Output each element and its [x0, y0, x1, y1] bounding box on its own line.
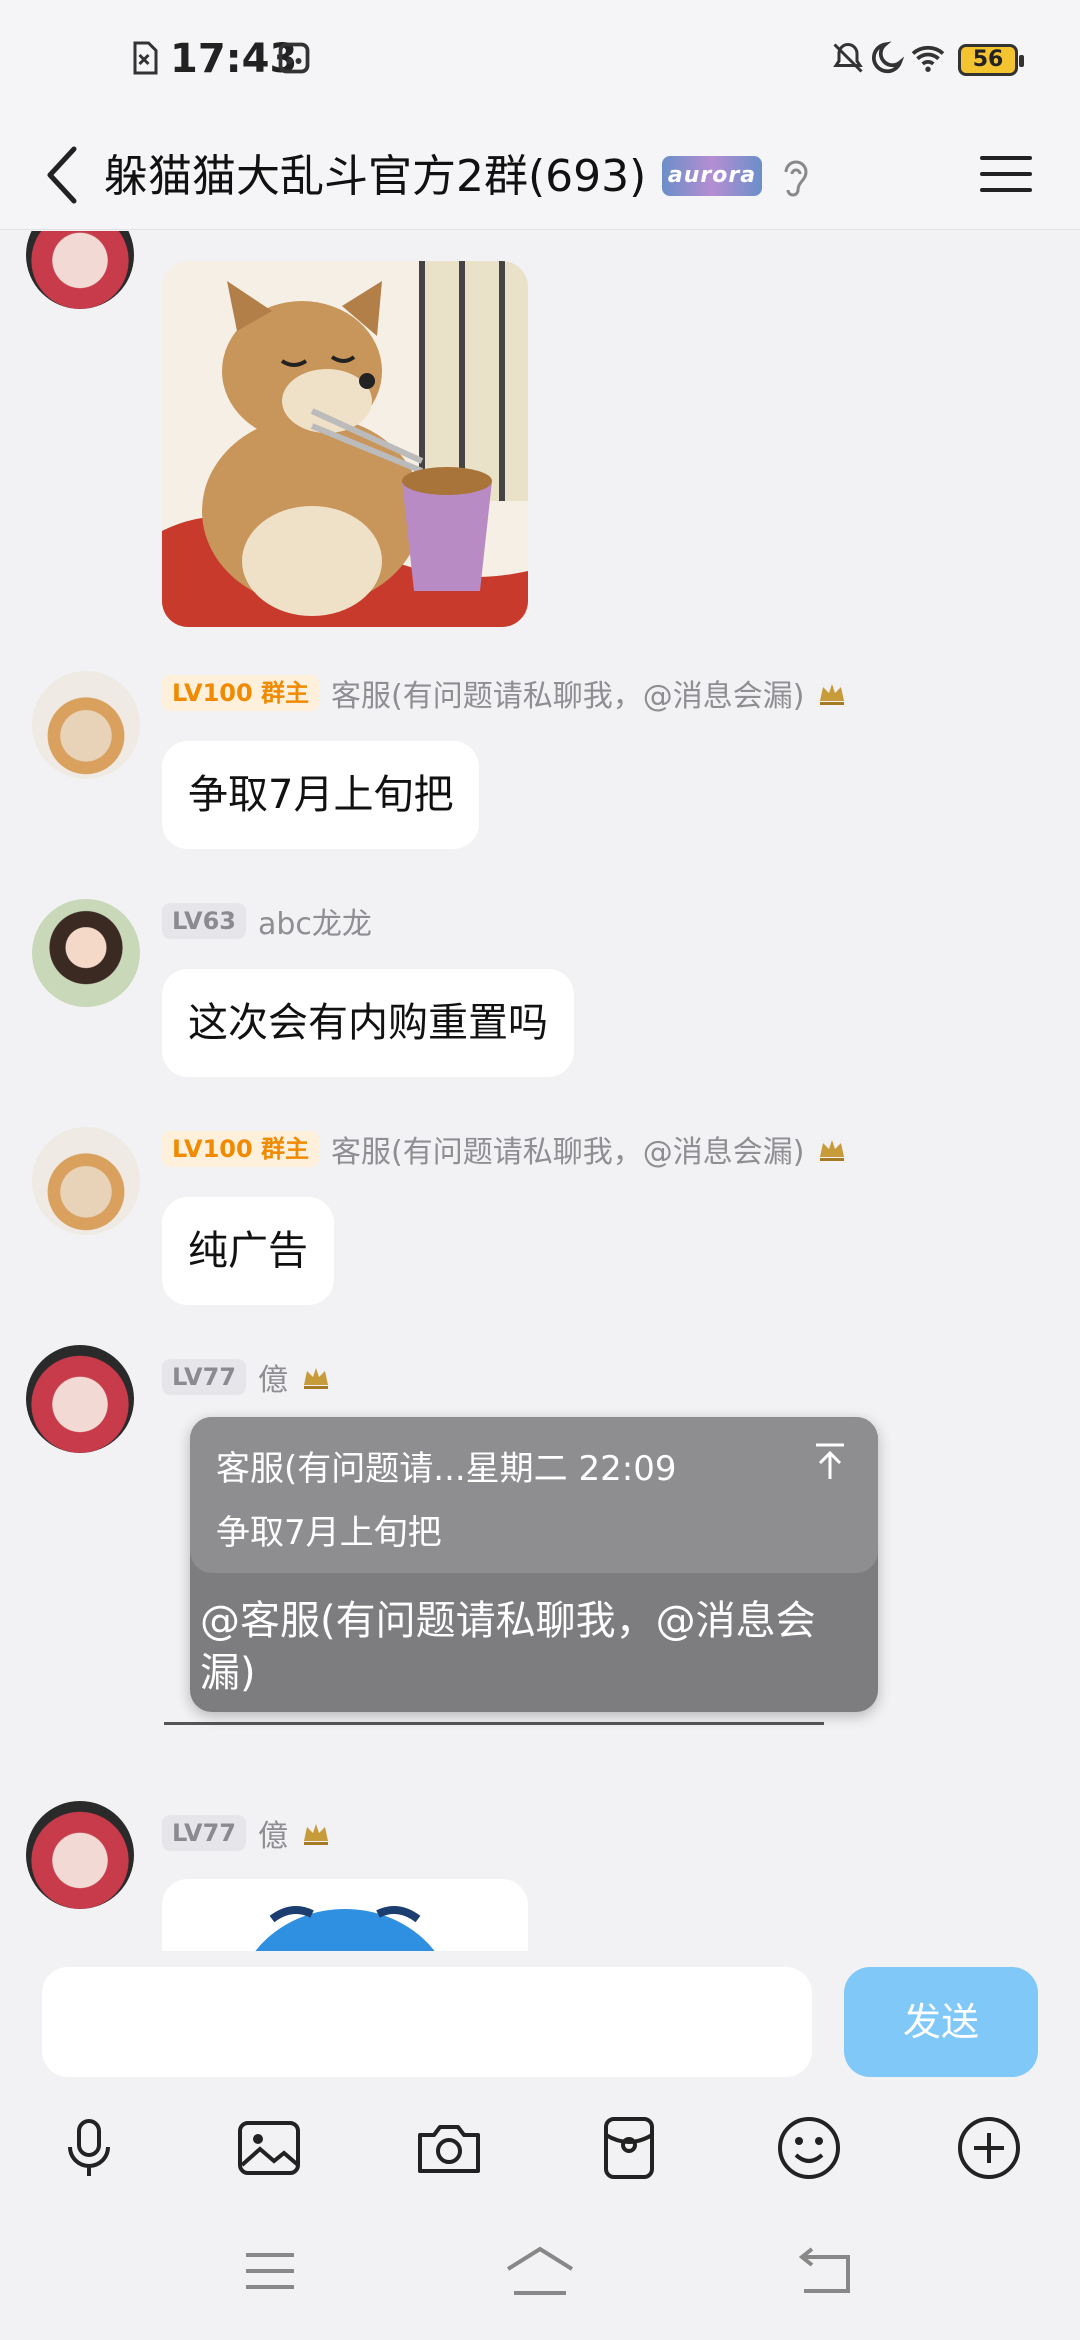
- shiba-dog-sticker-icon: [162, 261, 528, 627]
- sender-name[interactable]: 客服(有问题请私聊我，@消息会漏): [331, 671, 804, 715]
- decorative-border: [164, 1722, 824, 1725]
- crown-icon: [303, 1368, 328, 1389]
- camera-icon[interactable]: [412, 2111, 486, 2185]
- back-nav-icon[interactable]: [784, 2241, 864, 2301]
- level-badge: LV77: [162, 1815, 246, 1851]
- home-icon[interactable]: [500, 2241, 580, 2301]
- jump-to-quote-icon[interactable]: [808, 1439, 852, 1483]
- quote-text: 争取7月上旬把: [216, 1513, 442, 1553]
- message-bubble[interactable]: 这次会有内购重置吗: [162, 969, 574, 1077]
- crown-icon: [820, 684, 845, 705]
- status-bar: 17:43 56: [0, 0, 1080, 120]
- battery-icon: 56: [958, 44, 1024, 76]
- chat-area[interactable]: LV100 群主 客服(有问题请私聊我，@消息会漏) 争取7月上旬把 LV63 …: [0, 231, 1080, 1951]
- wifi-icon: [911, 45, 945, 72]
- sender-name[interactable]: 億: [258, 1355, 288, 1399]
- level-badge: LV63: [162, 903, 246, 939]
- plus-icon[interactable]: [952, 2111, 1026, 2185]
- sim-off-icon: [133, 41, 158, 75]
- crown-icon: [303, 1824, 328, 1845]
- send-button[interactable]: 发送: [844, 1967, 1038, 2077]
- quote-meta: 客服(有问题请...星期二 22:09: [216, 1449, 677, 1489]
- page-title[interactable]: 躲猫猫大乱斗官方2群(693): [104, 140, 646, 204]
- screen-icon: [278, 42, 310, 74]
- message-meta: LV100 群主 客服(有问题请私聊我，@消息会漏): [162, 1127, 848, 1171]
- menu-button[interactable]: [974, 142, 1038, 206]
- emoji-icon[interactable]: [772, 2111, 846, 2185]
- message-text: @客服(有问题请私聊我，@消息会漏): [200, 1598, 816, 1696]
- sticker-image[interactable]: [162, 1879, 528, 1951]
- sender-name[interactable]: 客服(有问题请私聊我，@消息会漏): [331, 1127, 804, 1171]
- level-badge: LV100 群主: [162, 675, 320, 711]
- image-icon[interactable]: [232, 2111, 306, 2185]
- sticker-image[interactable]: [162, 261, 528, 627]
- reply-message[interactable]: 客服(有问题请...星期二 22:09 争取7月上旬把 @客服(有问题请私聊我，…: [154, 1407, 914, 1732]
- level-badge: LV77: [162, 1359, 246, 1395]
- message-meta: LV63 abc龙龙: [162, 899, 372, 943]
- message-bubble[interactable]: 争取7月上旬把: [162, 741, 480, 849]
- system-nav-bar: [0, 2201, 1080, 2340]
- level-badge: LV100 群主: [162, 1131, 320, 1167]
- avatar[interactable]: [32, 1127, 140, 1235]
- message-meta: LV77 億: [162, 1811, 332, 1855]
- message-meta: LV77 億: [162, 1355, 332, 1399]
- avatar[interactable]: [32, 899, 140, 1007]
- back-button[interactable]: [30, 135, 110, 215]
- avatar[interactable]: [32, 671, 140, 779]
- moon-icon: [872, 41, 905, 74]
- quoted-message[interactable]: 客服(有问题请...星期二 22:09 争取7月上旬把: [190, 1417, 878, 1573]
- title-bar: 躲猫猫大乱斗官方2群(693) aurora: [0, 120, 1080, 230]
- microphone-icon[interactable]: [52, 2111, 126, 2185]
- input-bar: 发送: [0, 1951, 1080, 2091]
- sender-name[interactable]: 億: [258, 1811, 288, 1855]
- red-packet-icon[interactable]: [592, 2111, 666, 2185]
- avatar[interactable]: [26, 1801, 134, 1909]
- blue-emoji-sticker-icon: [255, 1906, 435, 1951]
- sender-name[interactable]: abc龙龙: [258, 899, 372, 943]
- aurora-badge: aurora: [662, 156, 762, 196]
- mute-icon: [833, 42, 863, 73]
- input-toolbar: [0, 2091, 1080, 2201]
- message-meta: LV100 群主 客服(有问题请私聊我，@消息会漏): [162, 671, 848, 715]
- message-input[interactable]: [42, 1967, 812, 2077]
- recent-apps-icon[interactable]: [230, 2241, 310, 2301]
- avatar[interactable]: [26, 1345, 134, 1453]
- message-bubble[interactable]: 纯广告: [162, 1197, 334, 1305]
- crown-icon: [820, 1140, 845, 1161]
- ear-icon[interactable]: [776, 152, 816, 200]
- avatar[interactable]: [26, 231, 134, 309]
- reply-card[interactable]: 客服(有问题请...星期二 22:09 争取7月上旬把 @客服(有问题请私聊我，…: [190, 1417, 878, 1712]
